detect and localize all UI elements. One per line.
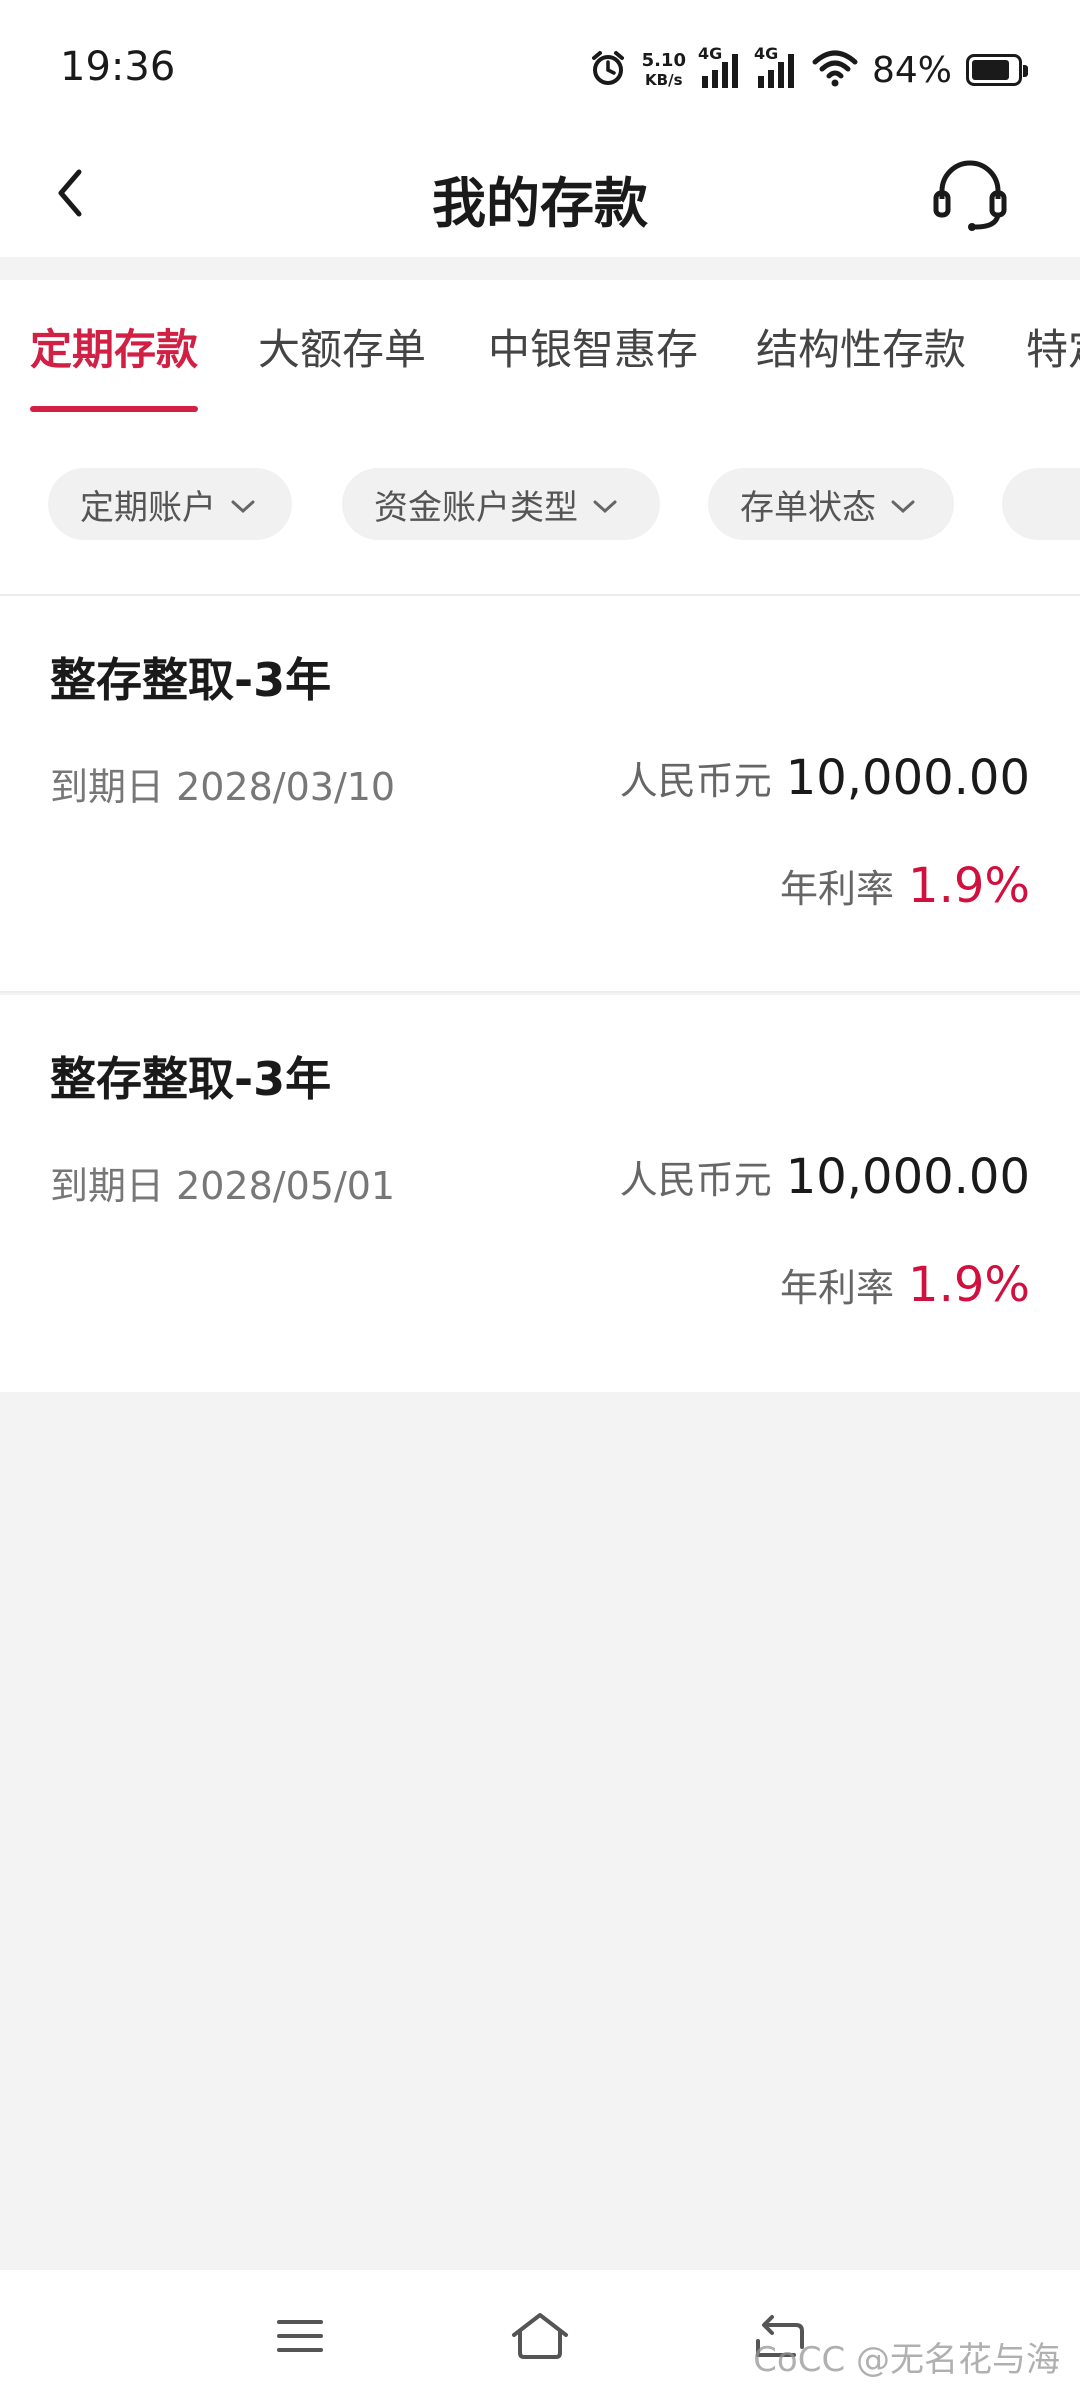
rate-row: 年利率 1.9%: [780, 858, 1030, 914]
interest-rate: 1.9%: [908, 1257, 1030, 1313]
battery-level: [972, 60, 1009, 80]
amount-row: 人民币元 10,000.00: [620, 750, 1030, 806]
filter-account[interactable]: 定期账户: [48, 468, 292, 540]
header: 我的存款: [0, 135, 1080, 257]
filter-more[interactable]: [1002, 468, 1080, 540]
network-speed-value: 5.10: [641, 50, 686, 71]
rate-row: 年利率 1.9%: [780, 1257, 1030, 1313]
active-tab-indicator: [30, 406, 198, 412]
system-nav-bar: CoCC @无名花与海: [0, 2270, 1080, 2400]
maturity-date: 到期日 2028/03/10: [50, 765, 396, 809]
interest-rate: 1.9%: [908, 858, 1030, 914]
deposit-card[interactable]: 整存整取-3年 到期日 2028/05/01 人民币元 10,000.00 年利…: [0, 995, 1080, 1392]
chevron-down-icon: [890, 484, 916, 524]
amount-row: 人民币元 10,000.00: [620, 1149, 1030, 1205]
deposit-type-tabs: 定期存款 大额存单 中银智惠存 结构性存款 特定: [0, 280, 1080, 414]
battery-icon: [966, 54, 1028, 86]
deposit-amount: 10,000.00: [785, 750, 1030, 806]
signal-icon: 4G: [698, 44, 742, 90]
battery-percent: 84%: [871, 49, 952, 91]
signal-label: 4G: [697, 44, 723, 63]
watermark: CoCC @无名花与海: [753, 2340, 1060, 2380]
chevron-down-icon: [230, 484, 256, 524]
rate-label: 年利率: [780, 867, 895, 911]
filter-status[interactable]: 存单状态: [708, 468, 954, 540]
page-title: 我的存款: [432, 172, 648, 235]
network-speed-unit: KB/s: [645, 71, 683, 89]
network-speed: 5.10 KB/s: [642, 52, 686, 88]
filter-bar: 定期账户 资金账户类型 存单状态: [0, 414, 1080, 594]
tab-large-cd[interactable]: 大额存单: [258, 316, 426, 377]
menu-icon[interactable]: [270, 2306, 330, 2366]
maturity-date: 到期日 2028/05/01: [50, 1164, 396, 1208]
signal-icon: 4G: [754, 44, 798, 90]
currency-label: 人民币元: [619, 759, 772, 803]
filter-fund-account-type[interactable]: 资金账户类型: [342, 468, 660, 540]
tab-fixed-deposit[interactable]: 定期存款: [30, 316, 198, 377]
rate-label: 年利率: [780, 1266, 895, 1310]
deposit-amount: 10,000.00: [785, 1149, 1030, 1205]
divider: [0, 991, 1080, 993]
signal-label: 4G: [753, 44, 779, 63]
alarm-icon: [588, 48, 628, 92]
tab-special[interactable]: 特定: [1026, 316, 1080, 377]
filter-label: 定期账户: [80, 487, 216, 528]
filter-label: 存单状态: [740, 487, 876, 528]
headset-icon[interactable]: [930, 155, 1010, 235]
filter-label: 资金账户类型: [374, 487, 578, 528]
status-bar: 19:36 5.10 KB/s 4G 4G 84%: [0, 0, 1080, 135]
currency-label: 人民币元: [619, 1158, 772, 1202]
deposit-title: 整存整取-3年: [50, 1052, 332, 1106]
deposit-card[interactable]: 整存整取-3年 到期日 2028/03/10 人民币元 10,000.00 年利…: [0, 596, 1080, 993]
tab-zhonghui-deposit[interactable]: 中银智惠存: [488, 316, 698, 377]
status-icons: 5.10 KB/s 4G 4G 84%: [588, 40, 1028, 100]
wifi-icon: [812, 48, 858, 92]
status-time: 19:36: [60, 44, 176, 90]
deposit-title: 整存整取-3年: [50, 653, 332, 707]
home-icon[interactable]: [510, 2306, 570, 2366]
chevron-down-icon: [592, 484, 618, 524]
tab-structured-deposit[interactable]: 结构性存款: [756, 316, 966, 377]
